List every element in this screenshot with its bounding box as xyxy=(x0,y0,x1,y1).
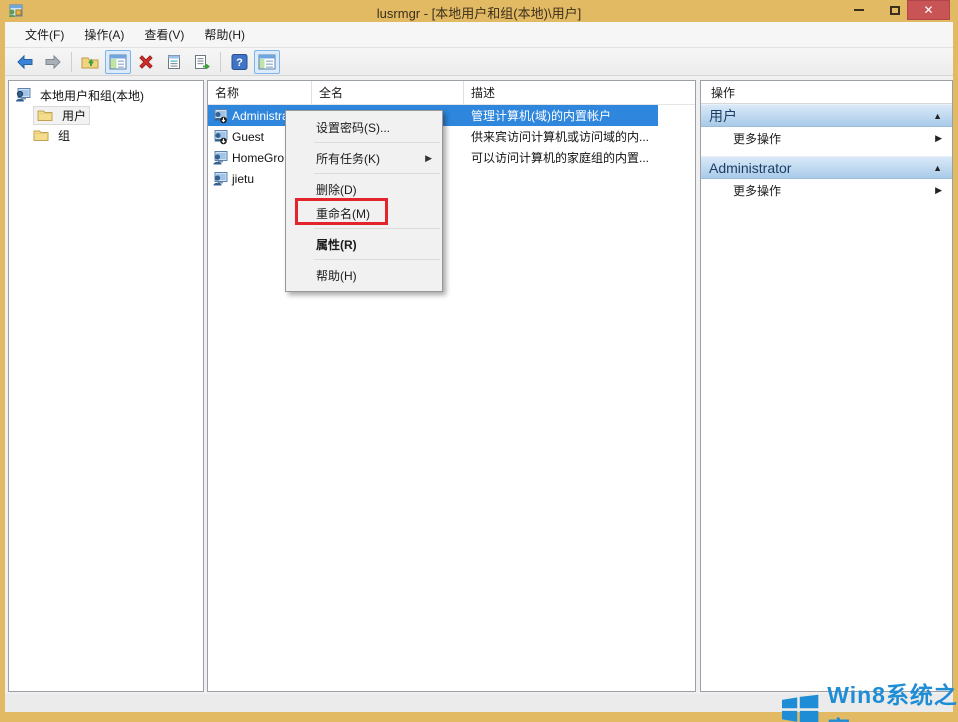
user-list-panel: 名称 全名 描述 Administrator 管理计算机(域)的内置帐户 Gue… xyxy=(207,80,696,692)
forward-button[interactable] xyxy=(40,50,66,74)
user-description: 供来宾访问计算机或访问域的内... xyxy=(464,128,695,145)
user-disabled-icon xyxy=(212,129,228,145)
menu-separator xyxy=(314,228,440,229)
tree-item-users[interactable]: 用户 xyxy=(9,105,203,125)
user-name: HomeGro xyxy=(232,151,284,165)
menu-item-all-tasks[interactable]: 所有任务(K) ▶ xyxy=(286,146,442,170)
menu-item-properties[interactable]: 属性(R) xyxy=(286,232,442,256)
folder-icon xyxy=(37,107,53,123)
tree-groups-label: 组 xyxy=(58,127,70,144)
toolbar-separator xyxy=(71,52,72,72)
show-action-pane-button[interactable] xyxy=(254,50,280,74)
submenu-arrow-icon: ▶ xyxy=(425,153,432,164)
actions-title: 操作 xyxy=(701,81,952,104)
windows-logo-icon xyxy=(782,692,819,722)
help-icon: ? xyxy=(231,54,248,70)
menu-bar: 文件(F) 操作(A) 查看(V) 帮助(H) xyxy=(5,22,953,48)
user-description: 可以访问计算机的家庭组的内置... xyxy=(464,149,695,166)
submenu-arrow-icon: ▶ xyxy=(935,185,942,196)
folder-icon xyxy=(33,127,49,143)
export-list-icon xyxy=(193,54,211,70)
actions-section-administrator[interactable]: Administrator ▲ xyxy=(701,156,952,179)
menu-view[interactable]: 查看(V) xyxy=(134,23,194,46)
user-name: Guest xyxy=(232,130,264,144)
tree-root-label: 本地用户和组(本地) xyxy=(40,87,144,104)
export-list-button[interactable] xyxy=(189,50,215,74)
up-one-level-button[interactable] xyxy=(77,50,103,74)
close-icon: ✕ xyxy=(923,3,933,17)
menu-item-delete[interactable]: 删除(D) xyxy=(286,177,442,201)
user-row-jietu[interactable]: jietu xyxy=(208,168,695,189)
column-header-fullname[interactable]: 全名 xyxy=(312,81,464,104)
user-disabled-icon xyxy=(212,108,228,124)
maximize-icon xyxy=(890,6,900,15)
back-button[interactable] xyxy=(12,50,38,74)
menu-item-set-password[interactable]: 设置密码(S)... xyxy=(286,115,442,139)
menu-item-rename[interactable]: 重命名(M) xyxy=(286,201,442,225)
maximize-button[interactable] xyxy=(880,0,910,20)
titlebar: lusrmgr - [本地用户和组(本地)\用户] ✕ xyxy=(0,0,958,22)
tree-item-groups[interactable]: 组 xyxy=(9,125,203,145)
console-tree-icon xyxy=(109,54,127,70)
menu-item-label: 所有任务(K) xyxy=(316,150,380,167)
lusrmgr-window: { "window": { "title": "lusrmgr - [本地用户和… xyxy=(0,0,958,722)
user-row-administrator[interactable]: Administrator 管理计算机(域)的内置帐户 xyxy=(208,105,695,126)
menu-file[interactable]: 文件(F) xyxy=(15,23,74,46)
menu-separator xyxy=(314,142,440,143)
minimize-icon xyxy=(854,9,864,11)
more-actions-label: 更多操作 xyxy=(733,130,781,147)
action-pane-icon xyxy=(258,54,276,70)
user-icon xyxy=(212,150,228,166)
menu-help[interactable]: 帮助(H) xyxy=(194,23,255,46)
user-icon xyxy=(212,171,228,187)
more-actions-administrator[interactable]: 更多操作 ▶ xyxy=(701,179,952,202)
actions-section-users[interactable]: 用户 ▲ xyxy=(701,104,952,127)
menu-separator xyxy=(314,259,440,260)
actions-section-users-title: 用户 xyxy=(709,106,737,126)
forward-icon xyxy=(44,54,62,70)
tree-root[interactable]: 本地用户和组(本地) xyxy=(9,85,203,105)
menu-item-help[interactable]: 帮助(H) xyxy=(286,263,442,287)
actions-section-administrator-title: Administrator xyxy=(709,160,791,176)
tree-users-label: 用户 xyxy=(62,107,86,124)
submenu-arrow-icon: ▶ xyxy=(935,133,942,144)
collapse-icon[interactable]: ▲ xyxy=(933,111,942,121)
window-title: lusrmgr - [本地用户和组(本地)\用户] xyxy=(0,3,958,22)
local-users-groups-icon xyxy=(15,87,31,103)
actions-panel: 操作 用户 ▲ 更多操作 ▶ Administrator ▲ 更多操作 ▶ xyxy=(700,80,953,692)
svg-text:?: ? xyxy=(236,57,243,69)
watermark-text: Win8系统之家 xyxy=(827,676,958,722)
up-folder-icon xyxy=(81,54,99,70)
user-row-homegroupuser[interactable]: HomeGro 可以访问计算机的家庭组的内置... xyxy=(208,147,695,168)
delete-button[interactable] xyxy=(133,50,159,74)
list-header: 名称 全名 描述 xyxy=(208,81,695,105)
column-header-description[interactable]: 描述 xyxy=(464,81,695,104)
menu-separator xyxy=(314,173,440,174)
user-description: 管理计算机(域)的内置帐户 xyxy=(464,107,695,124)
toolbar-separator xyxy=(220,52,221,72)
delete-icon xyxy=(138,54,154,70)
toolbar: ? xyxy=(5,48,953,76)
column-header-name[interactable]: 名称 xyxy=(208,81,312,104)
watermark: Win8系统之家 xyxy=(782,676,958,722)
show-console-tree-button[interactable] xyxy=(105,50,131,74)
more-actions-label: 更多操作 xyxy=(733,182,781,199)
back-icon xyxy=(16,54,34,70)
user-name: jietu xyxy=(232,172,254,186)
user-row-guest[interactable]: Guest 供来宾访问计算机或访问域的内... xyxy=(208,126,695,147)
minimize-button[interactable] xyxy=(844,0,874,20)
console-tree-panel: 本地用户和组(本地) 用户 组 xyxy=(8,80,204,692)
close-button[interactable]: ✕ xyxy=(907,0,950,20)
more-actions-users[interactable]: 更多操作 ▶ xyxy=(701,127,952,150)
menu-action[interactable]: 操作(A) xyxy=(74,23,134,46)
context-menu: 设置密码(S)... 所有任务(K) ▶ 删除(D) 重命名(M) 属性(R) … xyxy=(285,110,443,292)
help-button[interactable]: ? xyxy=(226,50,252,74)
collapse-icon[interactable]: ▲ xyxy=(933,163,942,173)
properties-button[interactable] xyxy=(161,50,187,74)
properties-icon xyxy=(166,54,182,70)
main-area: 本地用户和组(本地) 用户 组 名称 全名 描述 Administrator 管… xyxy=(5,76,953,694)
